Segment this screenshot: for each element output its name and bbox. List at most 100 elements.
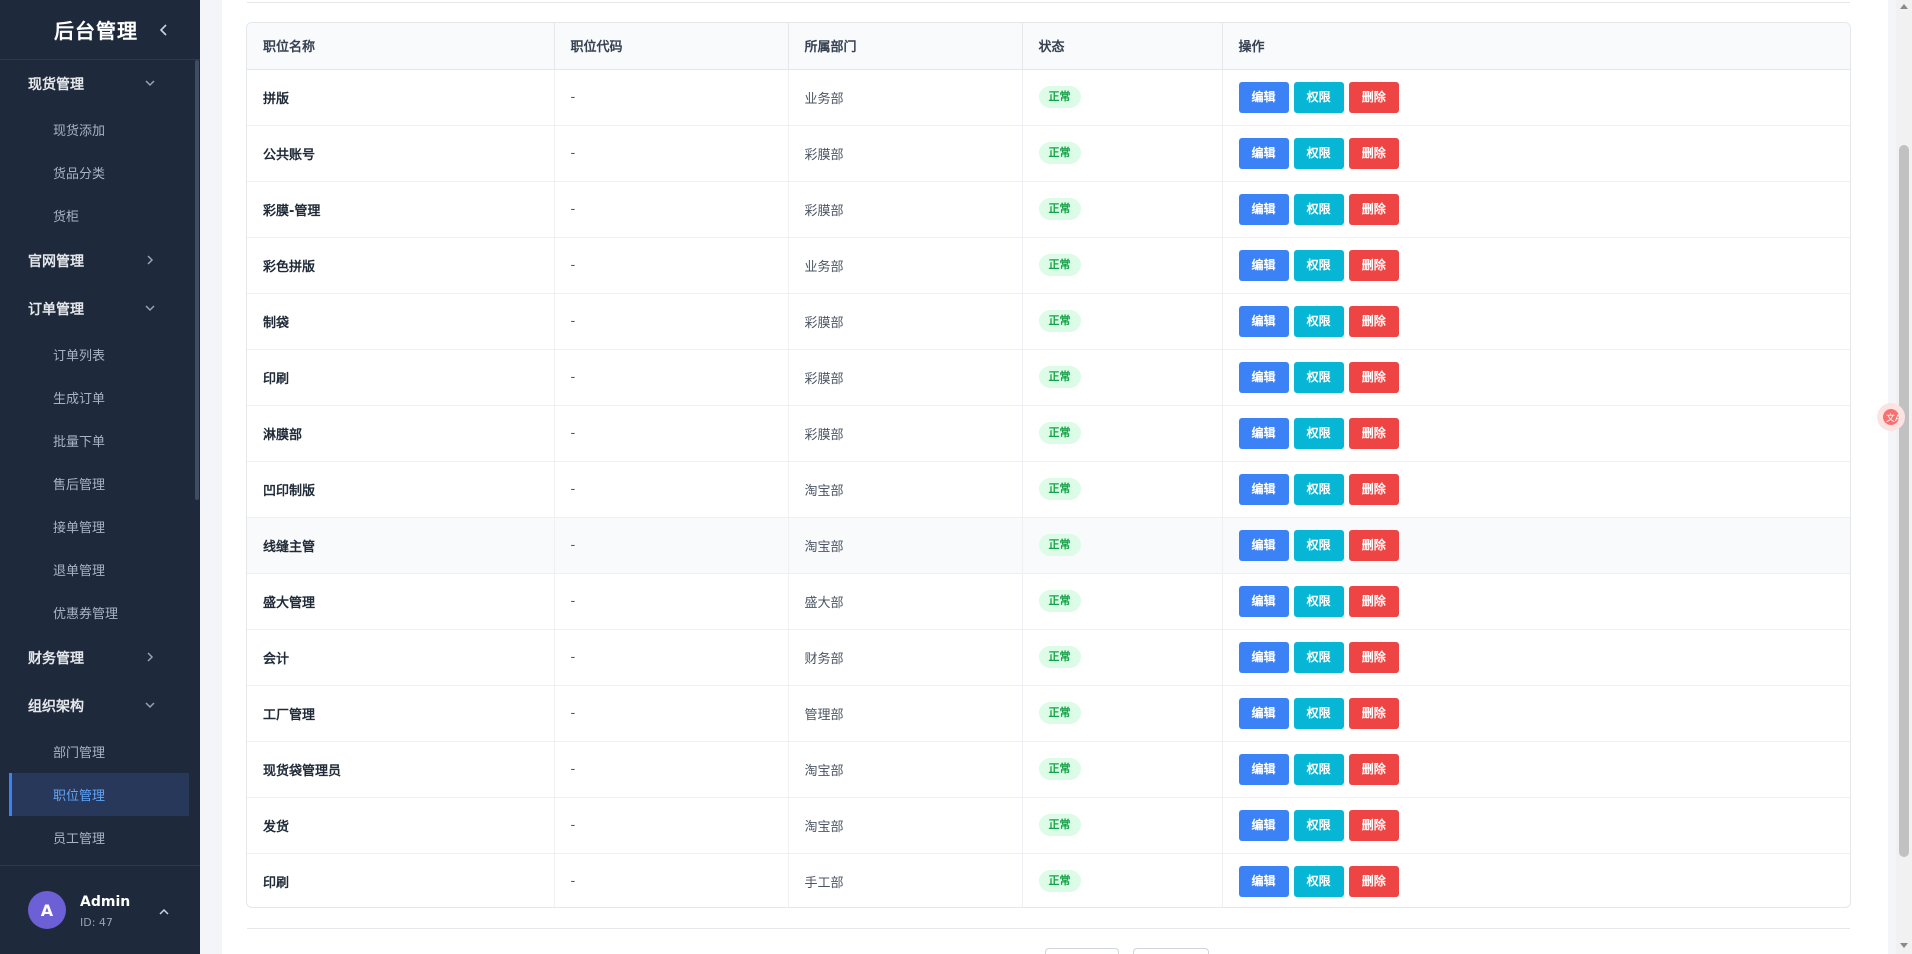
status-cell: 正常 (1022, 517, 1223, 574)
sidebar-item[interactable]: 接单管理 (0, 505, 195, 548)
table-row: 会计 - 财务部 正常 编辑 权限 删除 (247, 629, 1850, 686)
permission-button[interactable]: 权限 (1293, 641, 1344, 673)
page-scrollbar[interactable] (1896, 0, 1912, 954)
edit-button[interactable]: 编辑 (1238, 193, 1289, 225)
sidebar-item[interactable]: 货柜 (0, 194, 195, 237)
translate-icon[interactable]: 文A (1877, 403, 1905, 431)
delete-button[interactable]: 删除 (1348, 641, 1399, 673)
delete-button[interactable]: 删除 (1348, 529, 1399, 561)
delete-button[interactable]: 删除 (1348, 417, 1399, 449)
pagination-control[interactable] (1133, 948, 1209, 954)
edit-button[interactable]: 编辑 (1238, 865, 1289, 897)
edit-button[interactable]: 编辑 (1238, 137, 1289, 169)
permission-button[interactable]: 权限 (1293, 137, 1344, 169)
sidebar-item[interactable]: 部门管理 (0, 730, 195, 773)
permission-button[interactable]: 权限 (1293, 193, 1344, 225)
position-name-cell: 彩膜-管理 (247, 181, 555, 238)
position-name-cell: 淋膜部 (247, 405, 555, 462)
divider (247, 2, 1850, 3)
position-code-cell: - (554, 517, 789, 574)
delete-button[interactable]: 删除 (1348, 361, 1399, 393)
edit-button[interactable]: 编辑 (1238, 809, 1289, 841)
user-id: ID: 47 (80, 916, 113, 929)
edit-button[interactable]: 编辑 (1238, 305, 1289, 337)
delete-button[interactable]: 删除 (1348, 249, 1399, 281)
edit-button[interactable]: 编辑 (1238, 249, 1289, 281)
permission-button[interactable]: 权限 (1293, 81, 1344, 113)
status-badge: 正常 (1038, 534, 1081, 556)
delete-button[interactable]: 删除 (1348, 305, 1399, 337)
edit-button[interactable]: 编辑 (1238, 585, 1289, 617)
edit-button[interactable]: 编辑 (1238, 529, 1289, 561)
sidebar-group-4[interactable]: 组织架构 (0, 682, 195, 730)
sidebar-item[interactable]: 货品分类 (0, 151, 195, 194)
sidebar-item[interactable]: 订单列表 (0, 333, 195, 376)
edit-button[interactable]: 编辑 (1238, 361, 1289, 393)
department-cell: 彩膜部 (788, 293, 1023, 350)
sidebar-item[interactable]: 现货添加 (0, 108, 195, 151)
sidebar-group-2[interactable]: 订单管理 (0, 285, 195, 333)
delete-button[interactable]: 删除 (1348, 809, 1399, 841)
chevron-left-icon[interactable] (158, 20, 170, 40)
sidebar-group-1[interactable]: 官网管理 (0, 237, 195, 285)
table-row: 公共账号 - 彩膜部 正常 编辑 权限 删除 (247, 125, 1850, 182)
sidebar-group-0[interactable]: 现货管理 (0, 60, 195, 108)
scroll-down-arrow-icon[interactable] (1900, 943, 1908, 948)
status-badge: 正常 (1038, 590, 1081, 612)
permission-button[interactable]: 权限 (1293, 249, 1344, 281)
sidebar-item[interactable]: 员工管理 (0, 816, 195, 859)
sidebar-scrollbar[interactable] (195, 60, 199, 500)
edit-button[interactable]: 编辑 (1238, 81, 1289, 113)
user-panel[interactable]: A Admin ID: 47 (0, 865, 200, 954)
permission-button[interactable]: 权限 (1293, 417, 1344, 449)
sidebar-item[interactable]: 批量下单 (0, 419, 195, 462)
status-badge: 正常 (1038, 198, 1081, 220)
divider (247, 928, 1850, 929)
status-cell: 正常 (1022, 461, 1223, 518)
permission-button[interactable]: 权限 (1293, 305, 1344, 337)
pagination-control[interactable] (1045, 948, 1119, 954)
position-code-cell: - (554, 741, 789, 798)
chevron-up-icon[interactable] (157, 904, 171, 918)
delete-button[interactable]: 删除 (1348, 753, 1399, 785)
delete-button[interactable]: 删除 (1348, 697, 1399, 729)
sidebar-item[interactable]: 职位管理 (9, 773, 189, 816)
sidebar-group-label: 组织架构 (28, 699, 84, 715)
avatar[interactable]: A (28, 891, 66, 929)
delete-button[interactable]: 删除 (1348, 865, 1399, 897)
permission-button[interactable]: 权限 (1293, 865, 1344, 897)
delete-button[interactable]: 删除 (1348, 473, 1399, 505)
delete-button[interactable]: 删除 (1348, 81, 1399, 113)
table-row: 盛大管理 - 盛大部 正常 编辑 权限 删除 (247, 573, 1850, 630)
status-cell: 正常 (1022, 741, 1223, 798)
status-cell: 正常 (1022, 69, 1223, 126)
sidebar-item[interactable]: 退单管理 (0, 548, 195, 591)
edit-button[interactable]: 编辑 (1238, 417, 1289, 449)
sidebar-group-3[interactable]: 财务管理 (0, 634, 195, 682)
position-code-cell: - (554, 349, 789, 406)
permission-button[interactable]: 权限 (1293, 753, 1344, 785)
permission-button[interactable]: 权限 (1293, 585, 1344, 617)
edit-button[interactable]: 编辑 (1238, 473, 1289, 505)
sidebar-group-label: 官网管理 (28, 254, 84, 270)
edit-button[interactable]: 编辑 (1238, 641, 1289, 673)
permission-button[interactable]: 权限 (1293, 473, 1344, 505)
scroll-up-arrow-icon[interactable] (1900, 4, 1908, 9)
table-row: 发货 - 淘宝部 正常 编辑 权限 删除 (247, 797, 1850, 854)
position-code-cell: - (554, 461, 789, 518)
scrollbar-thumb[interactable] (1899, 145, 1909, 857)
edit-button[interactable]: 编辑 (1238, 753, 1289, 785)
permission-button[interactable]: 权限 (1293, 361, 1344, 393)
permission-button[interactable]: 权限 (1293, 697, 1344, 729)
edit-button[interactable]: 编辑 (1238, 697, 1289, 729)
sidebar-item[interactable]: 售后管理 (0, 462, 195, 505)
permission-button[interactable]: 权限 (1293, 809, 1344, 841)
sidebar-item[interactable]: 生成订单 (0, 376, 195, 419)
delete-button[interactable]: 删除 (1348, 193, 1399, 225)
delete-button[interactable]: 删除 (1348, 585, 1399, 617)
department-cell: 淘宝部 (788, 797, 1023, 854)
sidebar-item[interactable]: 优惠券管理 (0, 591, 195, 634)
actions-cell: 编辑 权限 删除 (1222, 461, 1850, 518)
permission-button[interactable]: 权限 (1293, 529, 1344, 561)
delete-button[interactable]: 删除 (1348, 137, 1399, 169)
